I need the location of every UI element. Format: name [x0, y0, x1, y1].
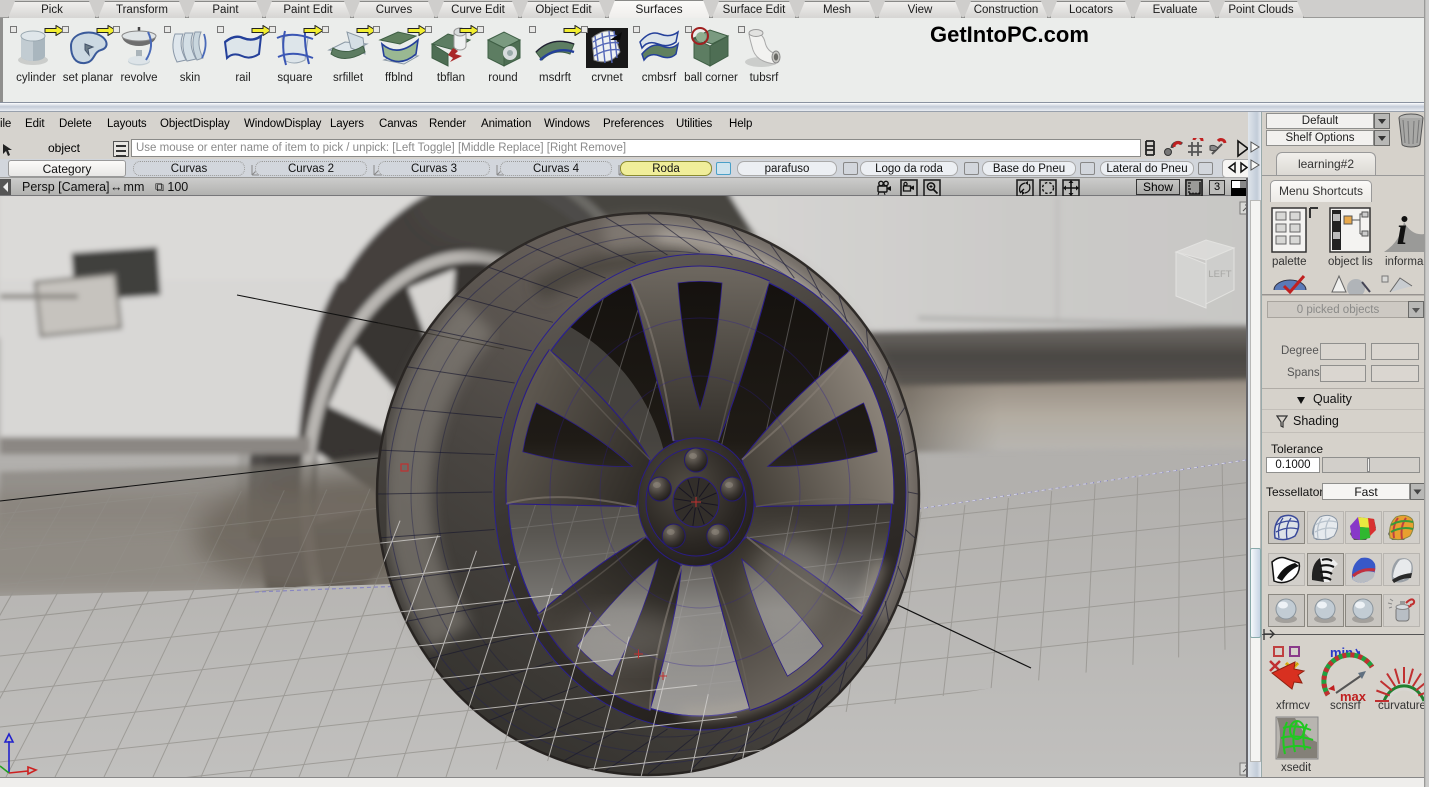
svg-text:i: i	[1396, 208, 1407, 253]
svg-text:LEFT: LEFT	[1208, 269, 1231, 280]
